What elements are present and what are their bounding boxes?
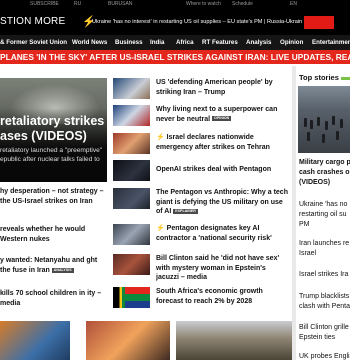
south-africa-flag [113,287,150,308]
mid-story[interactable]: The Pentagon vs Anthropic: Why a tech gi… [113,188,288,216]
mid-story-title: ⚡ Pentagon designates key AI contractor … [156,225,272,242]
hero-story[interactable]: retaliatory strikes ases (VIDEOS) retali… [0,78,107,182]
left-story[interactable]: hy desperation – not strategy – the US-I… [0,187,105,207]
mid-story-title: OpenAI strikes deal with Pentagon [156,166,272,173]
right-story-line[interactable]: Bill Clinton grille [299,323,350,333]
mid-story[interactable]: US 'defending American people' by striki… [113,78,288,106]
story-thumbnail [113,133,150,154]
top-utility-row: SUBSCRIBE RU BURUSAN Where to watch Sche… [0,0,350,8]
mid-story[interactable]: OpenAI strikes deal with Pentagon [113,160,288,188]
story-thumbnail [113,188,150,209]
menu-item[interactable]: India [150,35,164,50]
right-story-line[interactable]: Military cargo p [299,158,350,168]
top-stories-heading: Top stories [299,73,339,82]
story-thumbnail [113,160,150,181]
mid-story-title: Why living next to a superpower can neve… [156,106,278,123]
utility-link[interactable]: SUBSCRIBE [30,0,59,8]
breaking-ticker[interactable]: Ukraine 'has no interest' in restarting … [92,18,302,26]
mid-story-title: ⚡ Israel declares nationwide emergency a… [156,134,270,151]
live-banner[interactable]: PLANES 'IN THE SKY' AFTER US-ISRAEL STRI… [0,50,350,64]
right-story-line[interactable]: clash with Penta [299,302,350,312]
right-story-line[interactable]: Ukraine 'has no [299,200,350,210]
left-story[interactable]: kills 70 school children in ity – media [0,289,105,309]
right-story-line[interactable]: Israel [299,249,350,259]
bottom-story-image[interactable] [0,321,70,360]
mid-story[interactable]: ⚡ Pentagon designates key AI contractor … [113,224,288,252]
left-story-title: reveals whether he would Western nukes [0,226,86,243]
menu-item[interactable]: Opinion [280,35,303,50]
story-thumbnail [113,78,150,99]
story-thumbnail [113,224,150,245]
more-menu[interactable]: STION MORE [0,16,65,28]
flag-red-band [125,287,150,294]
right-story-line[interactable]: Israel strikes Ira [299,270,350,280]
banner-text: PLANES 'IN THE SKY' AFTER US-ISRAEL STRI… [0,52,350,62]
mid-story-title: South Africa's economic growth forecast … [156,288,263,305]
left-story[interactable]: y wanted: Netanyahu and ght the fuse in … [0,256,105,276]
top-bar: SUBSCRIBE RU BURUSAN Where to watch Sche… [0,0,350,35]
menu-item[interactable]: RT Features [202,35,238,50]
left-story-title: y wanted: Netanyahu and ght the fuse in … [0,257,98,274]
right-story-line[interactable]: cash crashes o [299,168,350,178]
bottom-story-image[interactable] [176,321,292,360]
mid-story-title: Bill Clinton said he 'did not have sex' … [156,255,280,281]
top-stories-accent [341,77,350,80]
mid-story-title: US 'defending American people' by striki… [156,79,273,96]
right-story-line[interactable]: UK probes Engli [299,352,350,360]
hero-title: retaliatory strikes ases (VIDEOS) [0,114,105,143]
hero-subtitle: retaliatory launched a "preemptive" epub… [0,147,103,163]
right-story-line[interactable]: Trump blacklists [299,292,350,302]
mid-story[interactable]: South Africa's economic growth forecast … [113,287,288,315]
where-to-watch-link[interactable]: Where to watch [186,0,221,8]
top-story-image[interactable] [298,86,350,153]
left-story-title: hy desperation – not strategy – the US-I… [0,188,104,205]
analysis-tag: ANALYSIS [51,267,74,273]
mid-story[interactable]: Why living next to a superpower can neve… [113,105,288,133]
column-divider [292,66,296,360]
left-story[interactable]: reveals whether he would Western nukes [0,225,105,245]
story-thumbnail [113,254,150,275]
mid-story[interactable]: ⚡ Israel declares nationwide emergency a… [113,133,288,161]
right-story-line[interactable]: PM [299,220,350,230]
utility-link[interactable]: RU [74,0,81,8]
right-story-line[interactable]: restarting oil su [299,210,350,220]
mid-story[interactable]: Bill Clinton said he 'did not have sex' … [113,254,288,282]
schedule-link[interactable]: Schedule [232,0,253,8]
menu-item[interactable]: Africa [176,35,194,50]
right-story-line[interactable]: (VIDEOS) [299,178,350,188]
menu-item[interactable]: Entertainment [312,35,350,50]
flag-blue-band [125,301,150,308]
utility-link[interactable]: BURUSAN [108,0,132,8]
logo-spacer [334,16,350,29]
rt-logo[interactable] [304,16,334,29]
menu-item[interactable]: Business [115,35,143,50]
menu-item[interactable]: & Former Soviet Union [0,35,67,50]
menu-item[interactable]: Analysis [246,35,271,50]
menu-item[interactable]: World News [72,35,107,50]
bottom-story-image[interactable] [86,321,170,360]
lightning-icon: ⚡ [156,225,165,232]
section-menu: & Former Soviet Union World News Busines… [0,35,350,50]
language-switch[interactable]: EN [290,0,297,8]
story-thumbnail [113,105,150,126]
lightning-icon: ⚡ [156,134,165,141]
top-nav: STION MORE ⚡ Ukraine 'has no interest' i… [0,14,350,30]
left-story-title: kills 70 school children in ity – media [0,290,102,307]
right-story-line[interactable]: Epstein ties [299,333,350,343]
opinion-tag: OPINION [212,116,232,122]
right-story-line[interactable]: Iran launches re [299,239,350,249]
explainer-tag: EXPLAINER [173,208,198,214]
mid-story-title: The Pentagon vs Anthropic: Why a tech gi… [156,189,288,215]
